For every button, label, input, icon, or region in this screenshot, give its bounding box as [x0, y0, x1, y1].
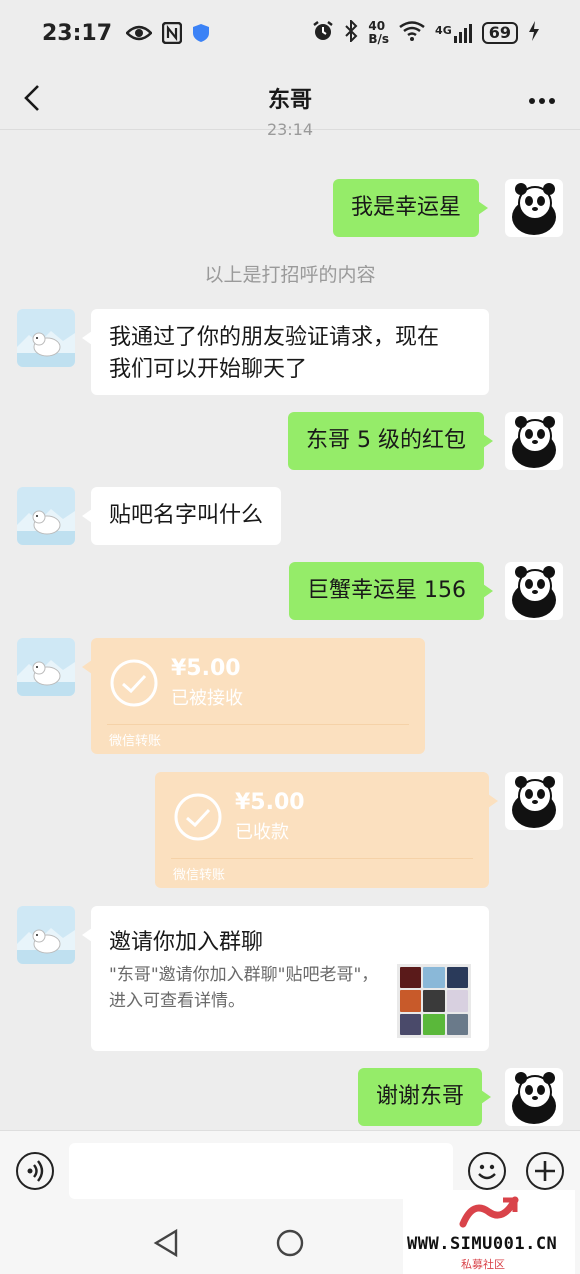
transfer-brand: 微信转账 — [109, 734, 162, 749]
watermark-text: WWW.SIMU001.CN — [407, 1234, 558, 1254]
transfer-card-received[interactable]: ¥5.00 已被接收 微信转账 — [82, 638, 425, 754]
group-member-avatar — [400, 967, 422, 989]
avatar-contact[interactable] — [17, 638, 75, 696]
transfer-status: 已收款 — [235, 822, 289, 843]
net-speed-unit: B/s — [368, 32, 390, 46]
status-time: 23:17 — [42, 20, 113, 46]
message-bubble-received[interactable]: 我通过了你的朋友验证请求，现在 我们可以开始聊天了 — [82, 309, 489, 395]
avatar-contact[interactable] — [17, 487, 75, 545]
chat-title: 东哥 — [267, 87, 312, 113]
watermark-emblem-icon — [459, 1194, 519, 1236]
message-text-line: 我们可以开始聊天了 — [109, 357, 308, 382]
eye-icon — [126, 24, 153, 42]
group-invite-card[interactable]: 邀请你加入群聊 "东哥"邀请你加入群聊"贴吧老哥"，进入可查看详情。 — [82, 906, 489, 1051]
nav-back-triangle-icon[interactable] — [152, 1228, 180, 1262]
watermark-subtext: 私募社区 — [461, 1258, 505, 1271]
invite-description: "东哥"邀请你加入群聊"贴吧老哥"，进入可查看详情。 — [109, 965, 379, 1011]
group-member-avatar — [400, 1013, 422, 1035]
avatar-self[interactable] — [505, 412, 563, 470]
nav-home-circle-icon[interactable] — [275, 1228, 305, 1262]
avatar-contact[interactable] — [17, 309, 75, 367]
avatar-self[interactable] — [505, 562, 563, 620]
net-speed: 40 B/s — [368, 20, 389, 46]
shield-icon — [192, 23, 210, 43]
group-member-avatar — [400, 990, 422, 1012]
avatar-self[interactable] — [505, 1068, 563, 1126]
voice-input-button[interactable] — [16, 1152, 54, 1190]
group-member-avatar — [423, 1013, 445, 1035]
avatar-self[interactable] — [505, 179, 563, 237]
transfer-amount: ¥5.00 — [235, 790, 305, 815]
check-circle-icon — [173, 792, 223, 842]
nfc-icon — [162, 22, 183, 44]
battery-indicator: 69 — [481, 22, 518, 44]
signal-icon: 4G — [435, 23, 472, 43]
emoji-button[interactable] — [468, 1152, 506, 1190]
check-circle-icon — [109, 658, 159, 708]
message-text-input[interactable] — [69, 1143, 453, 1199]
message-timestamp: 23:14 — [266, 120, 314, 139]
charging-icon — [528, 21, 540, 45]
group-member-avatar — [446, 990, 468, 1012]
alarm-icon — [312, 20, 334, 46]
group-member-avatar — [446, 967, 468, 989]
group-member-avatar — [423, 967, 445, 989]
bluetooth-icon — [344, 18, 358, 46]
message-bubble-sent[interactable]: 谢谢东哥 — [358, 1068, 492, 1126]
transfer-divider — [171, 858, 473, 859]
message-bubble-sent[interactable]: 巨蟹幸运星 156 — [289, 562, 493, 620]
transfer-status: 已被接收 — [171, 688, 243, 709]
group-member-avatar — [423, 990, 445, 1012]
more-actions-button[interactable] — [526, 1152, 564, 1190]
more-options-icon[interactable] — [528, 82, 556, 112]
transfer-card-sent[interactable]: ¥5.00 已收款 微信转账 — [155, 772, 498, 888]
transfer-amount: ¥5.00 — [171, 656, 241, 681]
message-bubble-sent[interactable]: 东哥 5 级的红包 — [288, 412, 493, 470]
watermark-logo: WWW.SIMU001.CN 私募社区 — [403, 1190, 575, 1274]
message-bubble-sent[interactable]: 我是幸运星 — [333, 179, 489, 237]
avatar-contact[interactable] — [17, 906, 75, 964]
group-member-avatar — [446, 1013, 468, 1035]
message-text-line: 我通过了你的朋友验证请求，现在 — [109, 325, 440, 350]
group-avatar-grid — [397, 964, 471, 1038]
status-right-group: 40 B/s 4G 69 — [312, 18, 540, 46]
status-bar: 23:17 40 B/s 4G 69 — [0, 0, 580, 66]
avatar-self[interactable] — [505, 772, 563, 830]
transfer-brand: 微信转账 — [173, 868, 226, 883]
signal-label: 4G — [435, 23, 452, 37]
transfer-divider — [107, 724, 409, 725]
back-icon[interactable] — [18, 80, 48, 116]
greeting-system-note: 以上是打招呼的内容 — [204, 264, 376, 286]
wifi-icon — [399, 21, 425, 45]
invite-title: 邀请你加入群聊 — [109, 930, 264, 955]
message-bubble-received[interactable]: 贴吧名字叫什么 — [81, 487, 282, 545]
